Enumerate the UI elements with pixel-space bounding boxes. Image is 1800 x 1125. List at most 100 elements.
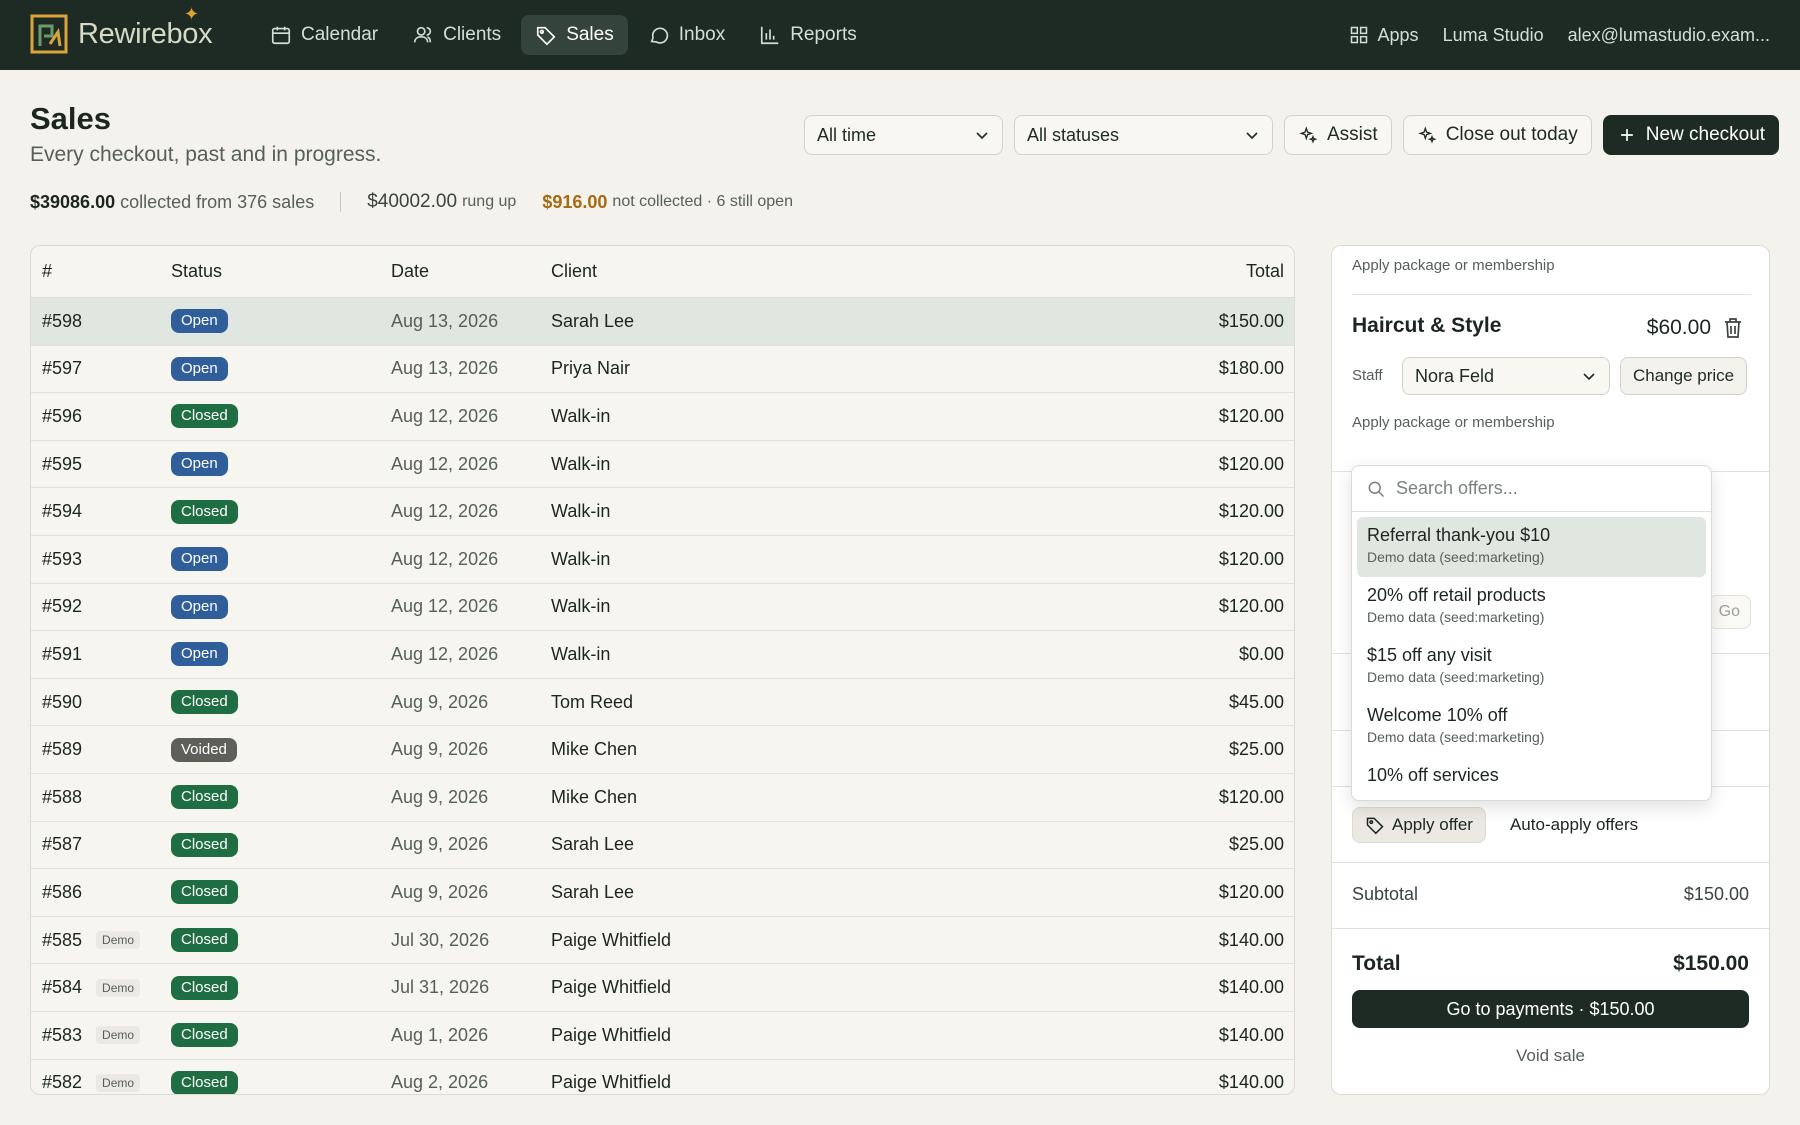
offers-dropdown: Search offers... Referral thank-you $10 D… [1351, 465, 1712, 801]
sale-number-text: #587 [42, 834, 83, 855]
apply-offer-button[interactable]: Apply offer [1352, 807, 1486, 843]
studio-switcher[interactable]: Luma Studio [1443, 25, 1544, 46]
sale-status: Closed [171, 785, 391, 810]
sale-total: $180.00 [1218, 358, 1284, 379]
offer-search-input[interactable]: Search offers... [1396, 478, 1518, 499]
offer-option[interactable]: $15 off any visit Demo data (seed:marketi… [1357, 637, 1706, 697]
sale-number: #583 Demo [31, 1025, 171, 1046]
staff-select[interactable]: Nora Feld [1402, 357, 1610, 395]
sale-status: Open [171, 642, 391, 667]
table-row[interactable]: #595 Open Aug 12, 2026 Walk-in $120.00 [31, 441, 1294, 489]
status-badge: Open [171, 309, 228, 334]
column-header-client[interactable]: Client [551, 261, 951, 282]
close-out-today-button[interactable]: Close out today [1402, 115, 1592, 155]
sale-total: $140.00 [1218, 929, 1284, 950]
total-value: $150.00 [1673, 952, 1749, 975]
nav-item-inbox[interactable]: Inbox [634, 15, 739, 55]
page-subtitle: Every checkout, past and in progress. [30, 143, 382, 166]
table-row[interactable]: #593 Open Aug 12, 2026 Walk-in $120.00 [31, 536, 1294, 584]
table-row[interactable]: #589 Voided Aug 9, 2026 Mike Chen $25.00 [31, 726, 1294, 774]
go-button[interactable]: Go [1707, 595, 1751, 629]
subtotal-value: $150.00 [1683, 884, 1749, 904]
status-badge: Closed [171, 499, 238, 524]
sale-number: #582 Demo [31, 1072, 171, 1093]
assist-button[interactable]: Assist [1284, 115, 1392, 155]
table-row[interactable]: #590 Closed Aug 9, 2026 Tom Reed $45.00 [31, 679, 1294, 727]
offer-option[interactable]: Welcome 10% off Demo data (seed:marketing… [1357, 697, 1706, 757]
offer-search[interactable]: Search offers... [1352, 466, 1711, 512]
sale-client: Walk-in [551, 643, 611, 664]
apps-button[interactable]: Apps [1349, 25, 1419, 46]
user-email[interactable]: alex@lumastudio.exam... [1568, 25, 1770, 46]
sale-number: #595 [31, 454, 171, 475]
table-row[interactable]: #591 Open Aug 12, 2026 Walk-in $0.00 [31, 631, 1294, 679]
nav-item-clients[interactable]: Clients [398, 15, 515, 55]
table-row[interactable]: #585 Demo Closed Jul 30, 2026 Paige Whitfiel… [31, 917, 1294, 965]
sale-total: $45.00 [1228, 691, 1284, 712]
table-row[interactable]: #598 Open Aug 13, 2026 Sarah Lee $150.00 [31, 298, 1294, 346]
demo-tag: Demo [96, 978, 141, 997]
main-nav: Calendar Clients Sales Inbox Reports [256, 15, 871, 55]
change-price-button[interactable]: Change price [1620, 357, 1748, 395]
sale-status: Closed [171, 1023, 391, 1048]
table-row[interactable]: #582 Demo Closed Aug 2, 2026 Paige Whitfield… [31, 1060, 1294, 1094]
new-checkout-button[interactable]: New checkout [1602, 115, 1780, 155]
sale-client: Paige Whitfield [551, 1072, 672, 1093]
table-row[interactable]: #588 Closed Aug 9, 2026 Mike Chen $120.00 [31, 774, 1294, 822]
sale-date: Aug 9, 2026 [391, 881, 489, 902]
nav-item-label: Calendar [301, 24, 379, 45]
sale-number-text: #593 [42, 548, 83, 569]
column-header-status[interactable]: Status [171, 261, 391, 282]
table-row[interactable]: #596 Closed Aug 12, 2026 Walk-in $120.00 [31, 393, 1294, 441]
sale-date: Aug 9, 2026 [391, 834, 489, 855]
void-sale-button[interactable]: Void sale [1332, 1046, 1769, 1066]
sale-total: $120.00 [1218, 405, 1284, 426]
go-to-payments-button[interactable]: Go to payments · $150.00 [1352, 990, 1749, 1028]
sale-number-text: #582 [42, 1072, 83, 1093]
sale-status: Closed [171, 499, 391, 524]
status-filter-select[interactable]: All statuses [1014, 115, 1273, 155]
column-header-date[interactable]: Date [391, 261, 551, 282]
table-row[interactable]: #594 Closed Aug 12, 2026 Walk-in $120.00 [31, 488, 1294, 536]
nav-item-sales[interactable]: Sales [521, 15, 628, 55]
sale-number: #586 [31, 882, 171, 903]
table-row[interactable]: #592 Open Aug 12, 2026 Walk-in $120.00 [31, 584, 1294, 632]
close-out-label: Close out today [1445, 124, 1578, 145]
table-row[interactable]: #583 Demo Closed Aug 1, 2026 Paige Whitfield… [31, 1012, 1294, 1060]
sale-number-text: #591 [42, 643, 83, 664]
offer-option[interactable]: Referral thank-you $10 Demo data (seed:ma… [1357, 517, 1706, 577]
offer-subtitle: Demo data (seed:marketing) [1367, 669, 1545, 685]
nav-item-reports[interactable]: Reports [745, 15, 871, 55]
trash-icon[interactable] [1723, 317, 1743, 339]
offer-title: Referral thank-you $10 [1367, 525, 1551, 545]
staff-value: Nora Feld [1415, 365, 1495, 386]
divider [1352, 294, 1751, 295]
sale-date: Aug 1, 2026 [391, 1024, 489, 1045]
apply-package-link-top[interactable]: Apply package or membership [1352, 257, 1555, 274]
offer-option[interactable]: 20% off retail products Demo data (seed:m… [1357, 577, 1706, 637]
apply-package-link[interactable]: Apply package or membership [1352, 414, 1555, 431]
sale-total: $25.00 [1228, 834, 1284, 855]
column-header-total[interactable]: Total [951, 261, 1294, 282]
time-filter-select[interactable]: All time [804, 115, 1003, 155]
sale-total: $120.00 [1218, 501, 1284, 522]
total-label: Total [1352, 952, 1401, 975]
column-header-number[interactable]: # [31, 261, 171, 282]
table-row[interactable]: #584 Demo Closed Jul 31, 2026 Paige Whitfiel… [31, 964, 1294, 1012]
offer-option[interactable]: 10% off services [1357, 757, 1706, 797]
nav-item-calendar[interactable]: Calendar [256, 15, 392, 55]
sale-status: Closed [171, 832, 391, 857]
auto-apply-offers-link[interactable]: Auto-apply offers [1510, 815, 1638, 835]
table-row[interactable]: #587 Closed Aug 9, 2026 Sarah Lee $25.00 [31, 822, 1294, 870]
sale-client: Mike Chen [551, 786, 638, 807]
table-row[interactable]: #597 Open Aug 13, 2026 Priya Nair $180.00 [31, 346, 1294, 394]
table-row[interactable]: #586 Closed Aug 9, 2026 Sarah Lee $120.00 [31, 869, 1294, 917]
nav-item-label: Sales [566, 24, 614, 45]
sale-number-text: #585 [42, 929, 83, 950]
sale-date: Aug 13, 2026 [391, 358, 499, 379]
top-right-menu: Apps Luma Studio alex@lumastudio.exam... [1349, 15, 1770, 55]
sale-number: #589 [31, 739, 171, 760]
sale-client: Tom Reed [551, 691, 634, 712]
offer-subtitle: Demo data (seed:marketing) [1367, 729, 1545, 745]
sale-client: Walk-in [551, 501, 611, 522]
